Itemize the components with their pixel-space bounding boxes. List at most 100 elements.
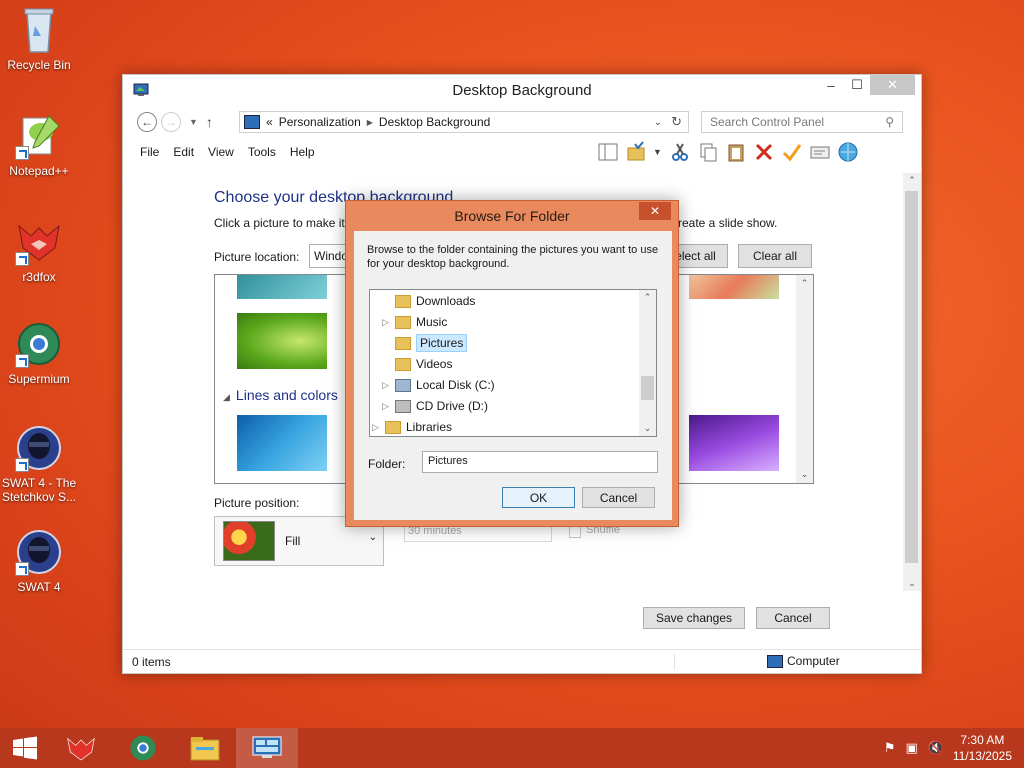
up-button[interactable]: ↑ [206, 114, 213, 130]
menu-tools[interactable]: Tools [248, 145, 276, 159]
tree-item-music[interactable]: ▷ Music [382, 312, 447, 332]
address-bar[interactable]: « Personalization ▶ Desktop Background ⌄… [239, 111, 689, 133]
expand-arrow-icon[interactable]: ▷ [372, 422, 382, 433]
volume-muted-icon[interactable]: 🔇 [928, 740, 944, 756]
recent-locations-dropdown[interactable]: ▼ [189, 117, 198, 127]
window-title: Desktop Background [452, 82, 592, 99]
windows-logo-icon [13, 736, 37, 760]
breadcrumb-desktop-background[interactable]: Desktop Background [379, 115, 490, 129]
clear-all-button[interactable]: Clear all [738, 244, 812, 268]
tree-item-videos[interactable]: Videos [382, 354, 452, 374]
expand-arrow-icon[interactable]: ▷ [382, 317, 392, 328]
expand-arrow-icon[interactable]: ▷ [382, 380, 392, 391]
wallpaper-thumbnail[interactable] [689, 415, 779, 471]
toolbar-dropdown-icon[interactable]: ▼ [653, 141, 663, 163]
swat4-icon [15, 424, 63, 472]
tree-item-label: Videos [416, 357, 453, 371]
desktop-icon-label: Supermium [8, 372, 70, 386]
tree-item-cd-drive[interactable]: ▷ CD Drive (D:) [382, 396, 488, 416]
scroll-down-icon[interactable]: ⌄ [796, 469, 813, 480]
picture-location-label: Picture location: [214, 250, 300, 264]
folder-input[interactable]: Pictures [422, 451, 658, 473]
address-dropdown-icon[interactable]: ⌄ [654, 117, 662, 128]
taskbar-r3dfox[interactable] [50, 728, 112, 768]
wallpaper-thumbnail[interactable] [237, 415, 327, 471]
scroll-down-icon[interactable]: ⌄ [903, 578, 921, 589]
menu-help[interactable]: Help [290, 145, 315, 159]
group-label: Lines and colors [235, 387, 338, 403]
chevron-right-icon: ▶ [366, 117, 373, 127]
taskbar-control-panel[interactable] [236, 728, 298, 768]
globe-icon[interactable] [837, 141, 859, 163]
shuffle-checkbox[interactable] [569, 526, 581, 538]
dialog-titlebar[interactable]: Browse For Folder ✕ [346, 201, 678, 229]
desktop-icon-swat4[interactable]: SWAT 4 [0, 528, 78, 594]
desktop-icon-swat4-stetchkov[interactable]: SWAT 4 - The Stetchkov S... [0, 424, 78, 504]
clock[interactable]: 7:30 AM 11/13/2025 [953, 732, 1012, 764]
tree-item-downloads[interactable]: Downloads [382, 291, 475, 311]
taskbar-file-explorer[interactable] [174, 728, 236, 768]
scroll-up-icon[interactable]: ⌃ [796, 275, 813, 289]
expand-arrow-icon[interactable]: ▷ [382, 401, 392, 412]
status-location: Computer [787, 654, 840, 668]
start-button[interactable] [0, 728, 50, 768]
wallpaper-thumbnail[interactable] [237, 275, 327, 299]
tree-item-local-disk[interactable]: ▷ Local Disk (C:) [382, 375, 495, 395]
properties-icon[interactable] [809, 141, 831, 163]
tree-item-pictures[interactable]: Pictures [382, 333, 468, 353]
dialog-title: Browse For Folder [454, 208, 570, 224]
paste-icon[interactable] [725, 141, 747, 163]
scroll-up-icon[interactable]: ⌃ [903, 173, 921, 186]
back-button[interactable]: ← [137, 112, 157, 132]
desktop-icon-recycle-bin[interactable]: Recycle Bin [0, 6, 78, 72]
cancel-button[interactable]: Cancel [756, 607, 830, 629]
tree-item-label: Pictures [416, 334, 468, 352]
gallery-scrollbar[interactable]: ⌃ ⌄ [796, 275, 813, 483]
copy-icon[interactable] [697, 141, 719, 163]
layout-pane-icon[interactable] [597, 141, 619, 163]
menu-edit[interactable]: Edit [173, 145, 194, 159]
minimize-button[interactable]: – [818, 75, 844, 95]
dialog-cancel-button[interactable]: Cancel [582, 487, 655, 508]
save-changes-button[interactable]: Save changes [643, 607, 745, 629]
menu-file[interactable]: File [140, 145, 159, 159]
wallpaper-thumbnail[interactable] [237, 313, 327, 369]
search-input[interactable]: Search Control Panel ⚲ [701, 111, 903, 133]
delete-icon[interactable] [753, 141, 775, 163]
folder-tree: Downloads ▷ Music Pictures Videos ▷ Loca… [369, 289, 657, 437]
forward-button[interactable]: → [161, 112, 181, 132]
search-placeholder: Search Control Panel [710, 115, 825, 129]
maximize-button[interactable]: ☐ [844, 75, 870, 95]
taskbar-supermium[interactable] [112, 728, 174, 768]
cd-drive-icon [395, 399, 411, 413]
scroll-down-icon[interactable]: ⌄ [639, 423, 656, 434]
cut-icon[interactable] [669, 141, 691, 163]
tree-item-libraries[interactable]: ▷ Libraries [372, 417, 453, 436]
ok-button[interactable]: OK [502, 487, 575, 508]
desktop-icon-notepad-plus-plus[interactable]: Notepad++ [0, 112, 78, 178]
menu-view[interactable]: View [208, 145, 234, 159]
dialog-close-button[interactable]: ✕ [639, 202, 671, 220]
collapse-icon: ◢ [223, 392, 230, 402]
wallpaper-thumbnail[interactable] [689, 275, 779, 299]
toolbar: ▼ [597, 141, 859, 163]
desktop-icon-label: Recycle Bin [7, 58, 71, 72]
breadcrumb-overflow[interactable]: « [266, 115, 273, 129]
desktop-icon-supermium[interactable]: Supermium [0, 320, 78, 386]
desktop-icon-r3dfox[interactable]: r3dfox [0, 218, 78, 284]
group-header-lines-and-colors[interactable]: ◢ Lines and colors [223, 387, 338, 403]
window-scrollbar[interactable]: ⌃ ⌄ [903, 173, 921, 591]
action-center-flag-icon[interactable]: ⚑ [884, 740, 896, 756]
refresh-icon[interactable]: ↻ [671, 114, 682, 130]
scroll-thumb[interactable] [641, 376, 654, 400]
tree-scrollbar[interactable]: ⌃ ⌄ [639, 290, 656, 436]
network-icon[interactable]: ▣ [906, 740, 918, 756]
breadcrumb-personalization[interactable]: Personalization [279, 115, 361, 129]
scroll-thumb[interactable] [905, 191, 918, 563]
checkmark-icon[interactable] [781, 141, 803, 163]
close-button[interactable]: ✕ [870, 75, 915, 95]
tree-item-label: Libraries [406, 420, 453, 434]
folder-options-icon[interactable] [625, 141, 647, 163]
scroll-up-icon[interactable]: ⌃ [639, 290, 656, 303]
window-titlebar[interactable]: Desktop Background – ☐ ✕ [123, 75, 921, 107]
